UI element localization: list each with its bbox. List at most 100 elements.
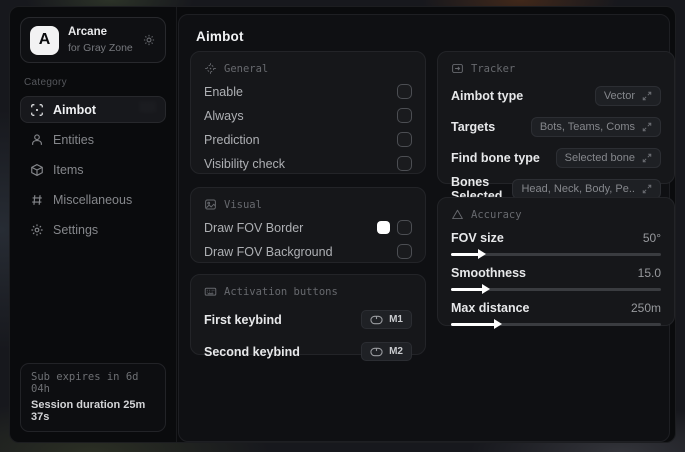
setting-row: Bones Selected Head, Neck, Body, Pe.. xyxy=(451,175,661,203)
sidebar-item-items[interactable]: Items xyxy=(20,156,166,183)
setting-row: First keybind M1 xyxy=(204,310,412,329)
card-title: Activation buttons xyxy=(224,285,338,298)
watermark: ░░░ xyxy=(138,102,157,113)
card-accuracy: Accuracy FOV size 50° Smoothness 15.0 Ma… xyxy=(437,197,675,329)
dropdown-value: Bots, Teams, Coms xyxy=(539,120,635,133)
setting-label: Find bone type xyxy=(451,150,540,165)
setting-row: Second keybind M2 xyxy=(204,342,412,361)
expand-icon xyxy=(642,122,652,132)
fov-size-slider[interactable] xyxy=(451,249,661,259)
session-duration-text: Session duration 25m 37s xyxy=(31,399,146,423)
setting-label: First keybind xyxy=(204,312,282,327)
dropdown-value: Selected bone xyxy=(564,151,635,164)
slider-thumb[interactable] xyxy=(494,319,503,329)
cube-icon xyxy=(30,163,44,177)
setting-row: Prediction xyxy=(204,132,412,147)
sub-expiry-text: Sub expires in 6d 04h xyxy=(31,371,139,395)
second-keybind-button[interactable]: M2 xyxy=(361,342,412,361)
card-tracker: Tracker Aimbot type Vector Targets Bots,… xyxy=(437,51,675,203)
targets-dropdown[interactable]: Bots, Teams, Coms xyxy=(530,116,661,137)
expand-icon xyxy=(642,184,652,194)
find-bone-type-dropdown[interactable]: Selected bone xyxy=(555,147,661,168)
expand-icon xyxy=(642,153,652,163)
sidebar-item-settings[interactable]: Settings xyxy=(20,216,166,243)
slider-group: Smoothness 15.0 xyxy=(451,266,661,294)
setting-label: Prediction xyxy=(204,132,260,147)
app-name: Arcane xyxy=(68,26,107,39)
keybind-value: M1 xyxy=(389,314,403,325)
setting-label: Draw FOV Background xyxy=(204,244,333,259)
image-icon xyxy=(204,198,217,211)
slider-group: FOV size 50° xyxy=(451,231,661,259)
setting-label: Draw FOV Border xyxy=(204,220,304,235)
sidebar-header: A Arcane for Gray Zone xyxy=(20,17,166,63)
sidebar-item-label: Entities xyxy=(53,132,94,147)
visibility-check-checkbox[interactable] xyxy=(397,156,412,171)
slider-value: 250m xyxy=(630,301,661,315)
smoothness-slider[interactable] xyxy=(451,284,661,294)
gear-icon[interactable] xyxy=(142,33,156,47)
fov-border-color-swatch[interactable] xyxy=(377,221,390,234)
setting-label: Second keybind xyxy=(204,344,300,359)
subscription-info: Sub expires in 6d 04h Session duration 2… xyxy=(20,363,166,432)
setting-row: Find bone type Selected bone xyxy=(451,147,661,168)
card-title: Visual xyxy=(224,198,262,211)
entity-icon xyxy=(30,133,44,147)
app-subtitle: for Gray Zone xyxy=(68,41,133,54)
sidebar-item-aimbot[interactable]: Aimbot ░░░ xyxy=(20,96,166,123)
sidebar-item-miscellaneous[interactable]: Miscellaneous xyxy=(20,186,166,213)
slider-value: 50° xyxy=(642,231,661,245)
setting-row: Always xyxy=(204,108,412,123)
app-window: A Arcane for Gray Zone Category Aimbot ░… xyxy=(9,6,676,443)
setting-row: Visibility check xyxy=(204,156,412,171)
slider-value: 15.0 xyxy=(637,266,661,280)
setting-row: Draw FOV Background xyxy=(204,244,412,259)
setting-row: Enable xyxy=(204,84,412,99)
setting-label: Enable xyxy=(204,84,243,99)
prediction-checkbox[interactable] xyxy=(397,132,412,147)
card-activation-buttons: Activation buttons First keybind M1 Seco… xyxy=(190,274,426,361)
card-visual: Visual Draw FOV Border Draw FOV Backgrou… xyxy=(190,187,426,263)
enable-checkbox[interactable] xyxy=(397,84,412,99)
sidebar-nav: Aimbot ░░░ Entities Items Miscellaneous … xyxy=(20,96,166,243)
crosshair-icon xyxy=(204,62,217,75)
setting-label: Targets xyxy=(451,119,496,134)
sidebar-item-label: Settings xyxy=(53,222,99,237)
tracker-icon xyxy=(451,62,464,75)
max-distance-slider[interactable] xyxy=(451,319,661,329)
draw-fov-background-checkbox[interactable] xyxy=(397,244,412,259)
category-label: Category xyxy=(24,77,67,88)
setting-label: Visibility check xyxy=(204,156,286,171)
hash-icon xyxy=(30,193,44,207)
slider-thumb[interactable] xyxy=(481,284,490,294)
gear-icon xyxy=(30,223,44,237)
setting-label: Smoothness xyxy=(451,266,527,280)
triangle-icon xyxy=(451,208,464,221)
draw-fov-border-checkbox[interactable] xyxy=(397,220,412,235)
card-general: General Enable Always Prediction Visibil… xyxy=(190,51,426,174)
card-title: Accuracy xyxy=(471,208,522,221)
keybind-value: M2 xyxy=(389,346,403,357)
slider-thumb[interactable] xyxy=(478,249,487,259)
expand-icon xyxy=(642,91,652,101)
sidebar: A Arcane for Gray Zone Category Aimbot ░… xyxy=(10,7,177,442)
first-keybind-button[interactable]: M1 xyxy=(361,310,412,329)
app-logo: A xyxy=(30,25,59,55)
sidebar-item-entities[interactable]: Entities xyxy=(20,126,166,153)
crosshair-icon xyxy=(30,103,44,117)
card-title: General xyxy=(224,62,269,75)
always-checkbox[interactable] xyxy=(397,108,412,123)
setting-row: Aimbot type Vector xyxy=(451,85,661,106)
setting-row: Targets Bots, Teams, Coms xyxy=(451,116,661,137)
bones-selected-dropdown[interactable]: Head, Neck, Body, Pe.. xyxy=(512,178,661,199)
dropdown-value: Vector xyxy=(603,89,635,102)
page-title: Aimbot xyxy=(196,29,244,44)
setting-label: Always xyxy=(204,108,244,123)
sidebar-item-label: Aimbot xyxy=(53,102,97,117)
slider-group: Max distance 250m xyxy=(451,301,661,329)
mouse-icon xyxy=(370,347,383,357)
card-title: Tracker xyxy=(471,62,516,75)
setting-label: Aimbot type xyxy=(451,88,524,103)
aimbot-type-dropdown[interactable]: Vector xyxy=(594,85,661,106)
setting-row: Draw FOV Border xyxy=(204,220,412,235)
